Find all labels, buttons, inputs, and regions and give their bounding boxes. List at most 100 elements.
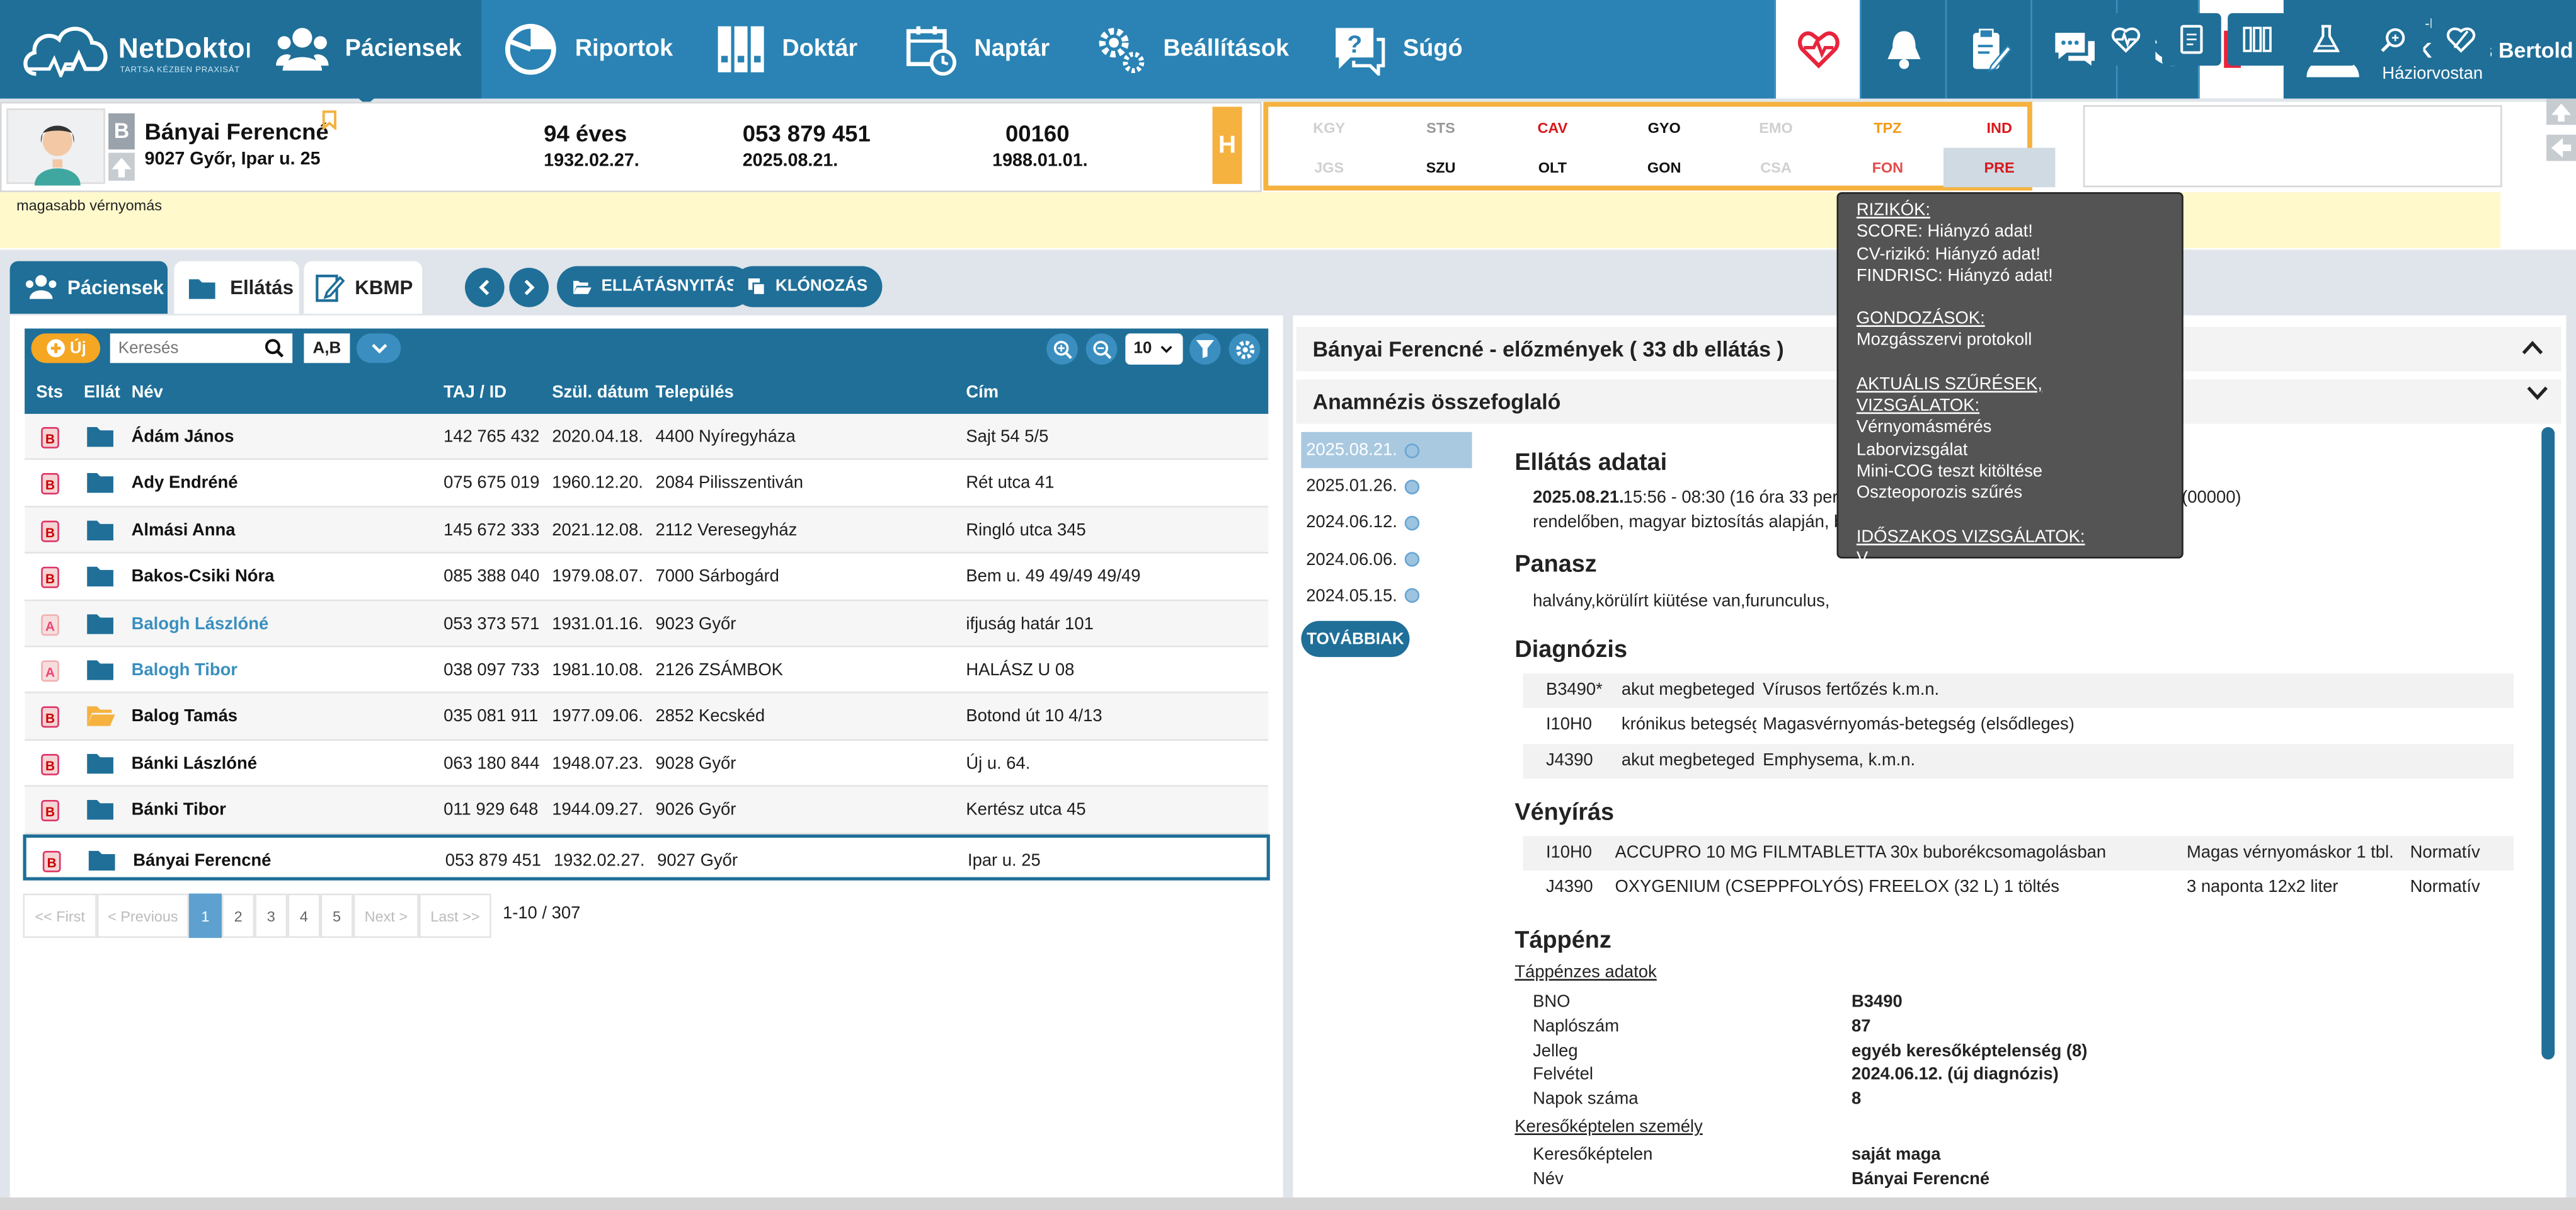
document-button[interactable] [2161,13,2221,66]
collapse-up-button[interactable] [2546,98,2576,125]
patient-name-cell[interactable]: Bányai Ferencné [133,837,271,883]
zoom-in-button[interactable] [1046,333,1078,365]
settings-button[interactable] [1228,333,1261,365]
page-previous[interactable]: < Previous [96,893,189,939]
more-button[interactable]: TOVÁBBIAK [1301,620,1410,658]
history-date-item[interactable]: 2024.06.06. [1301,542,1472,578]
table-row[interactable]: B Balog Tamás 035 081 911 1977.09.06. 2852 K… [25,693,1269,741]
risk-code-kgy[interactable]: KGY [1273,108,1385,148]
patient-name-cell[interactable]: Bánki Lászlóné [132,741,257,787]
col-header-address[interactable]: Cím [966,383,999,402]
tab-kbmp[interactable]: KBMP [304,261,423,314]
table-row[interactable]: B Almási Anna 145 672 333 2021.12.08. 2112 V… [25,507,1269,554]
page-1[interactable]: 1 [188,893,222,939]
clone-button[interactable]: KLÓNOZÁS [733,266,883,307]
nav-item-calendar[interactable]: Naptár [905,0,1050,98]
risk-code-gyo[interactable]: GYO [1608,108,1720,148]
page-next[interactable]: Next > [353,893,419,939]
folder-icon[interactable] [87,847,117,872]
back-button[interactable] [2546,134,2576,161]
history-date-item[interactable]: 2025.01.26. [1301,469,1472,505]
col-header-sts[interactable]: Sts [36,383,63,402]
open-care-button[interactable]: ELLÁTÁSNYITÁS [557,266,752,307]
folder-icon[interactable] [86,471,115,495]
folder-icon[interactable] [86,657,115,682]
prev-patient-button[interactable] [465,268,505,307]
folder-open-icon[interactable] [86,704,115,728]
patient-name-cell[interactable]: Ádám János [132,414,234,460]
risk-code-csa[interactable]: CSA [1720,148,1831,188]
notifications-button[interactable] [1860,0,1945,99]
table-row[interactable]: B Bányai Ferencné 053 879 451 1932.02.27. 90… [23,833,1270,883]
clipboard-button[interactable] [1945,0,2031,99]
chevron-up-icon[interactable] [2522,340,2543,357]
logo[interactable]: NetDoktor TARTSA KÉZBEN PRAXISÁT [0,0,256,99]
page-4[interactable]: 4 [287,893,321,939]
risk-code-olt[interactable]: OLT [1497,148,1608,188]
folder-icon[interactable] [86,564,115,588]
scrollbar[interactable] [2541,427,2555,1060]
filter-dropdown-button[interactable] [356,333,401,363]
page-size-select[interactable]: 10 [1125,333,1183,365]
chevron-down-icon[interactable] [2527,384,2548,401]
folder-icon[interactable] [86,750,115,775]
bookmark-icon[interactable] [322,110,336,130]
tab-patients[interactable]: Páciensek [9,261,168,314]
risk-code-jgs[interactable]: JGS [1273,148,1385,188]
filter-button[interactable] [1189,333,1221,365]
col-header-name[interactable]: Név [132,383,163,402]
next-patient-button[interactable] [509,268,549,307]
search-icon[interactable] [265,338,284,358]
risk-code-pre[interactable]: PRE [1943,147,2056,188]
sort-button[interactable]: A,B [304,333,350,363]
folder-icon[interactable] [86,424,115,448]
health-card-button[interactable] [2096,13,2156,66]
search-zoom-button[interactable] [2364,13,2424,66]
nav-item-help[interactable]: ? Súgó [1331,0,1463,98]
history-date-item[interactable]: 2024.06.12. [1301,505,1472,541]
page-first[interactable]: << First [23,893,97,939]
patient-name-cell[interactable]: Balogh Lászlóné [132,600,269,646]
page-5[interactable]: 5 [320,893,353,939]
risk-code-szu[interactable]: SZU [1385,148,1496,188]
nav-item-reports[interactable]: Riportok [503,0,673,98]
patient-name-cell[interactable]: Balogh Tibor [132,647,238,693]
risk-code-gon[interactable]: GON [1608,148,1720,188]
archive-button[interactable] [2228,13,2287,66]
health-alert-button[interactable] [1774,0,1860,99]
risk-code-ind[interactable]: IND [1943,108,2055,148]
table-row[interactable]: A Balogh Lászlóné 053 373 571 1931.01.16. 90… [25,600,1269,648]
patient-name-cell[interactable]: Almási Anna [132,507,236,553]
scroll-top-button[interactable] [108,152,135,181]
table-row[interactable]: B Bánki Lászlóné 063 180 844 1948.07.23. 902… [25,740,1269,787]
folder-icon[interactable] [86,797,115,821]
risk-code-emo[interactable]: EMO [1720,108,1831,148]
zoom-out-button[interactable] [1085,333,1118,365]
table-row[interactable]: B Bánki Tibor 011 929 648 1944.09.27. 9026 G… [25,787,1269,834]
folder-icon[interactable] [86,610,115,635]
col-header-city[interactable]: Település [656,383,734,402]
tab-care[interactable]: Ellátás [174,261,299,314]
patient-name-cell[interactable]: Bakos-Csiki Nóra [132,554,275,600]
table-row[interactable]: B Ady Endréné 075 675 019 1960.12.20. 2084 P… [25,460,1269,508]
nav-item-documents[interactable]: Doktár [716,0,857,98]
h-button[interactable]: H [1212,106,1242,185]
nav-item-patients[interactable]: Páciensek [276,0,462,98]
pulse-button[interactable] [2431,13,2491,66]
history-date-item[interactable]: 2024.05.15. [1301,578,1472,614]
patient-name-cell[interactable]: Ady Endréné [132,460,238,506]
page-3[interactable]: 3 [255,893,288,939]
patient-name-cell[interactable]: Bánki Tibor [132,787,226,833]
nav-item-settings[interactable]: Beállítások [1094,0,1289,98]
page-2[interactable]: 2 [222,893,255,939]
col-header-care[interactable]: Ellát [84,383,127,402]
lab-button[interactable] [2296,13,2356,66]
history-date-item[interactable]: 2025.08.21. [1301,431,1472,469]
table-row[interactable]: A Balogh Tibor 038 097 733 1981.10.08. 2126 … [25,647,1269,694]
table-row[interactable]: B Bakos-Csiki Nóra 085 388 040 1979.08.07. 7… [25,554,1269,601]
folder-icon[interactable] [86,517,115,542]
risk-code-sts[interactable]: STS [1385,108,1496,148]
page-last[interactable]: Last >> [418,893,491,939]
risk-code-tpz[interactable]: TPZ [1832,108,1943,148]
patient-name-cell[interactable]: Balog Tamás [132,694,238,740]
